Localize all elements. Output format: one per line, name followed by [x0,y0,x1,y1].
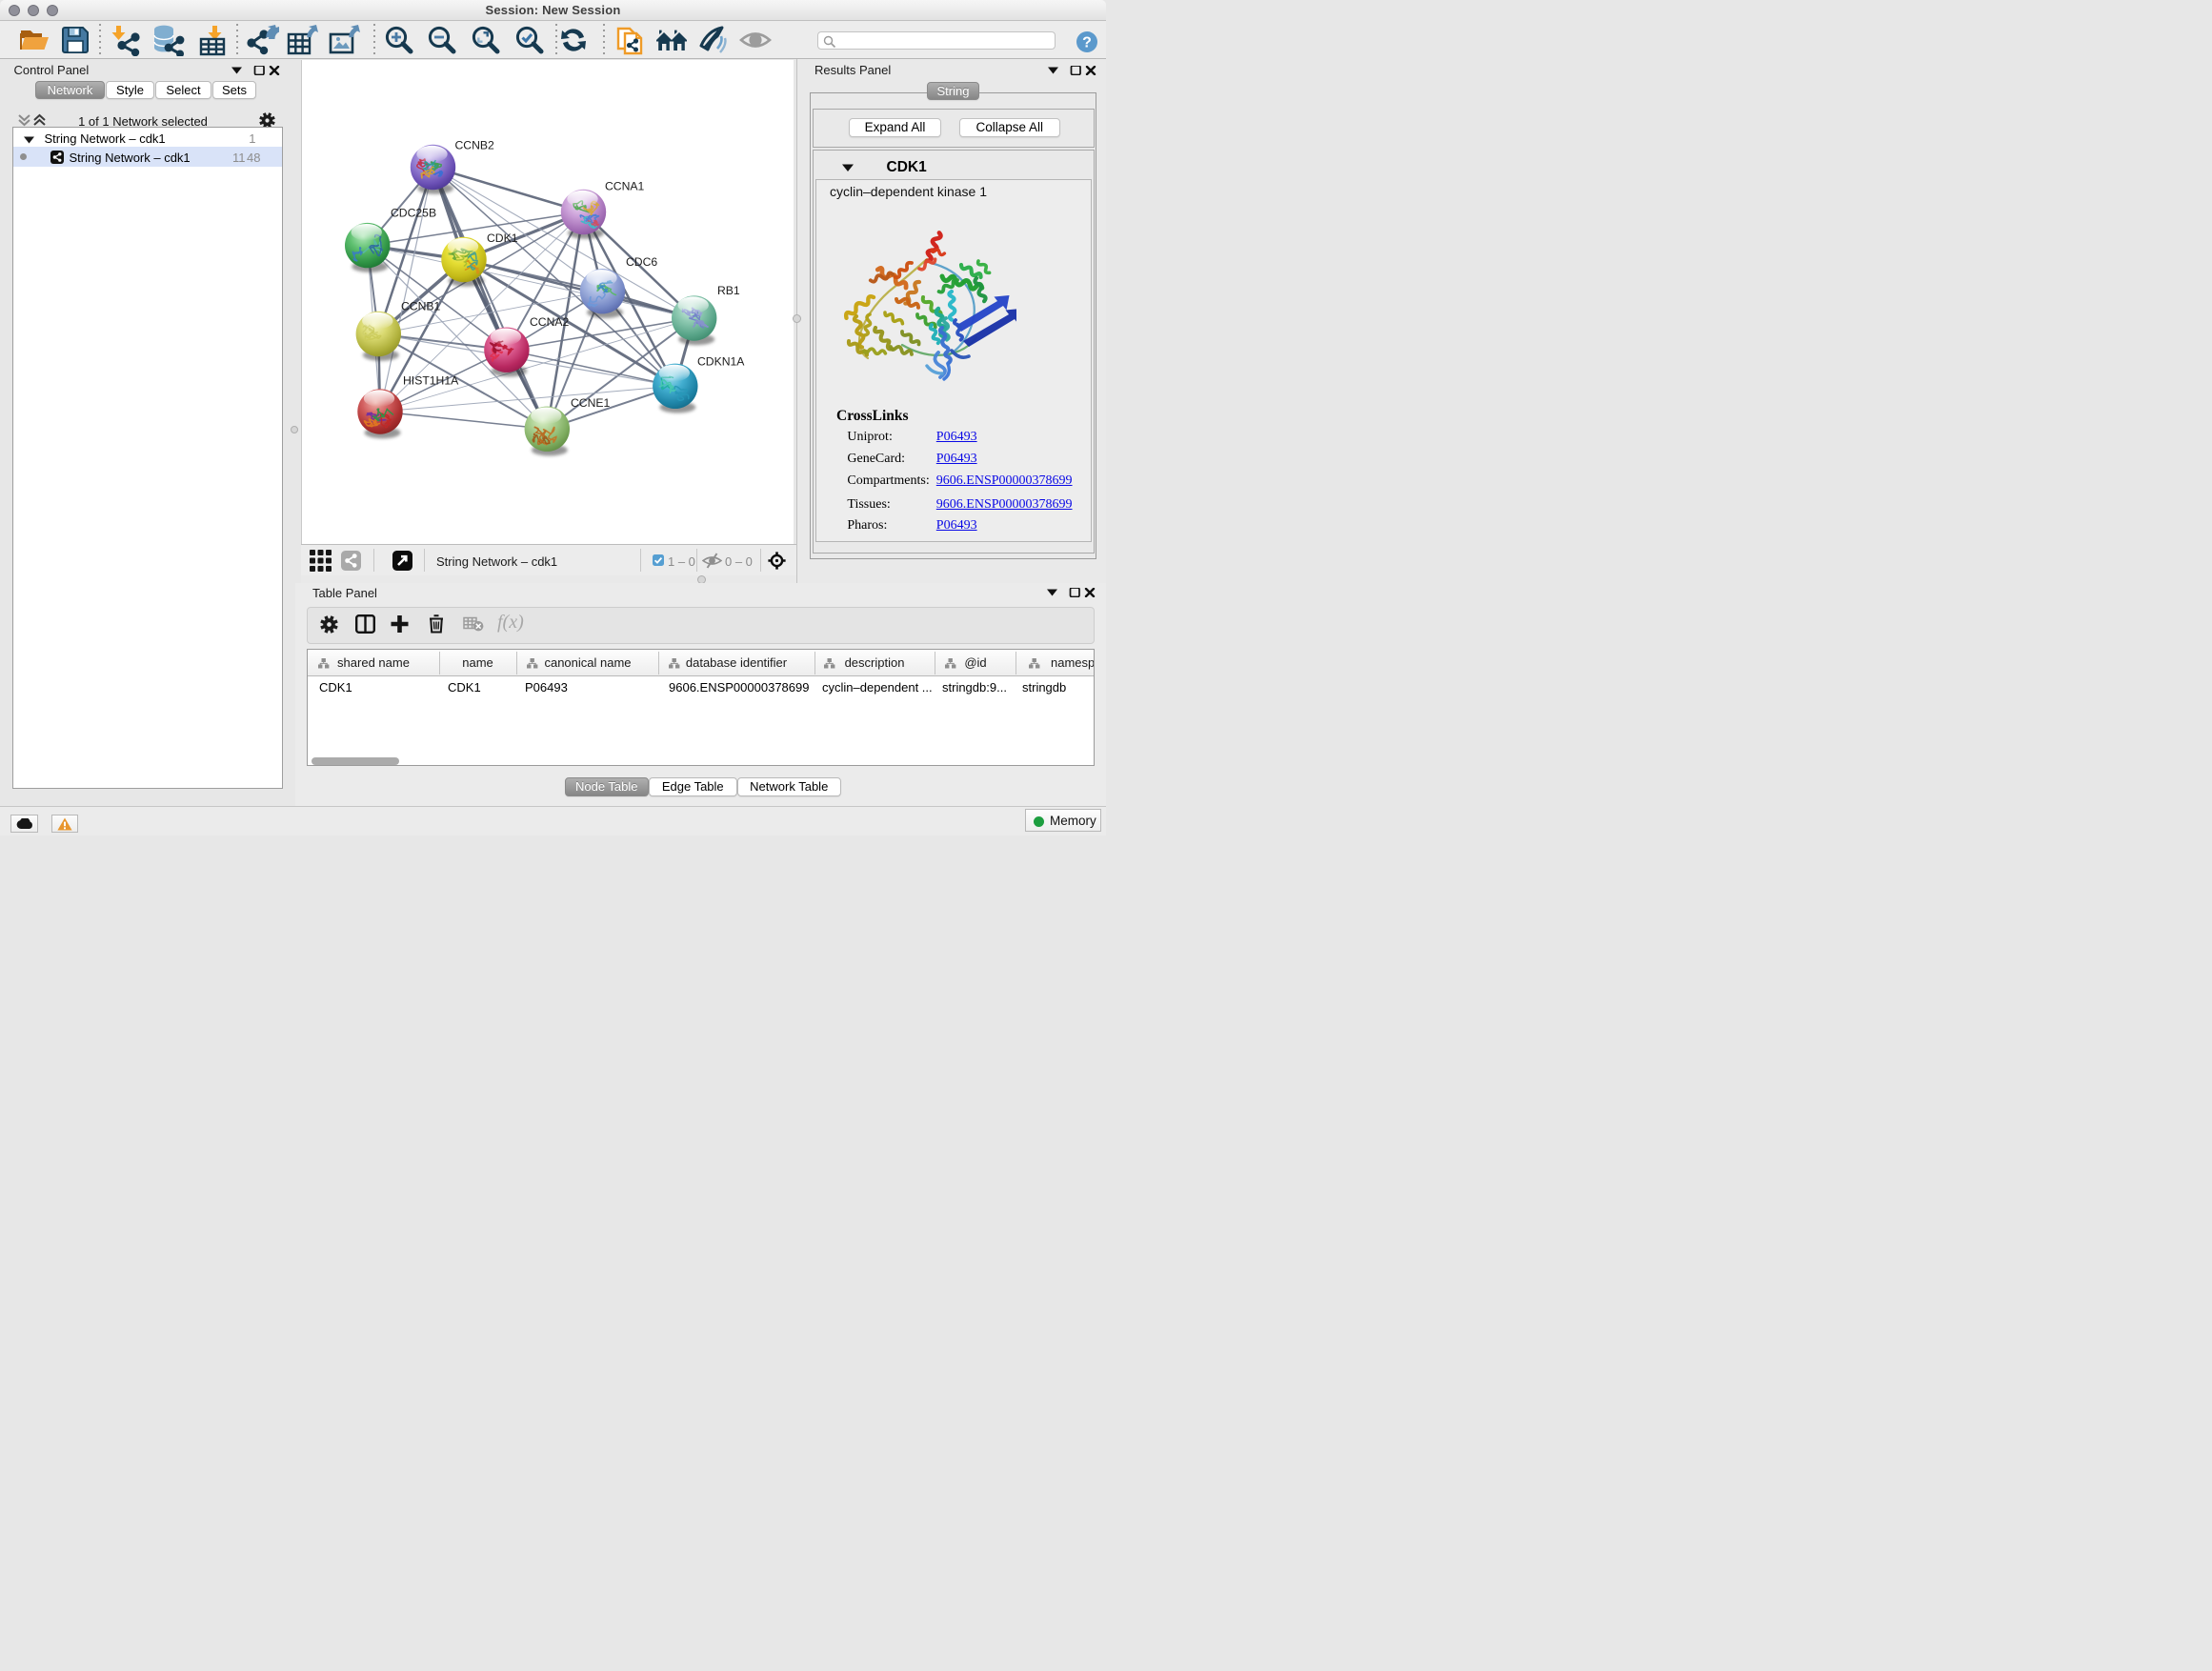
svg-text:CDC6: CDC6 [626,255,657,269]
svg-text:CDK1: CDK1 [487,232,518,245]
svg-text:CCNB2: CCNB2 [454,139,494,152]
svg-text:CDKN1A: CDKN1A [697,355,745,369]
svg-text:HIST1H1A: HIST1H1A [403,374,459,388]
svg-text:CCNB1: CCNB1 [401,300,441,313]
svg-text:CCNA1: CCNA1 [605,180,645,193]
svg-text:CDC25B: CDC25B [391,207,436,220]
svg-text:?: ? [1082,35,1092,51]
svg-text:CCNE1: CCNE1 [571,396,611,410]
svg-text:RB1: RB1 [717,284,740,297]
svg-text:CCNA2: CCNA2 [530,315,570,329]
